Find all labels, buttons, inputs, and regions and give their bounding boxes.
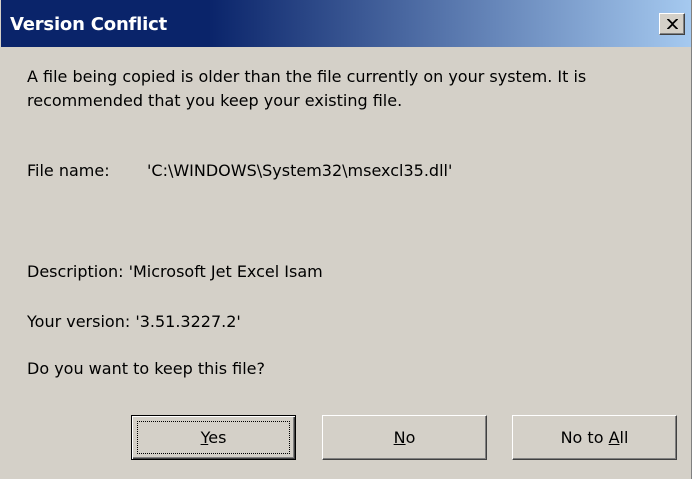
no-to-all-prefix: No to <box>560 428 609 447</box>
conflict-message: A file being copied is older than the fi… <box>27 67 587 110</box>
no-to-all-accelerator: A <box>608 428 620 447</box>
description-text: Description: 'Microsoft Jet Excel Isam <box>27 262 323 281</box>
no-to-all-button[interactable]: No to All <box>512 415 677 460</box>
version-conflict-dialog: Version Conflict A file being copied is … <box>0 0 692 479</box>
title-bar[interactable]: Version Conflict <box>1 0 692 47</box>
file-name-value: 'C:\WINDOWS\System32\msexcl35.dll' <box>147 161 453 180</box>
keep-file-question: Do you want to keep this file? <box>27 359 265 378</box>
yes-button[interactable]: Yes <box>131 415 296 460</box>
yes-label-rest: es <box>208 428 227 447</box>
no-button[interactable]: No <box>322 415 487 460</box>
close-icon <box>667 19 678 29</box>
file-name-label: File name: <box>27 161 110 180</box>
version-text: Your version: '3.51.3227.2' <box>27 312 241 331</box>
no-accelerator: N <box>393 428 406 447</box>
dialog-title: Version Conflict <box>10 14 167 35</box>
no-to-all-label-rest: ll <box>619 428 629 447</box>
no-label-rest: o <box>405 428 416 447</box>
close-button[interactable] <box>659 13 685 35</box>
